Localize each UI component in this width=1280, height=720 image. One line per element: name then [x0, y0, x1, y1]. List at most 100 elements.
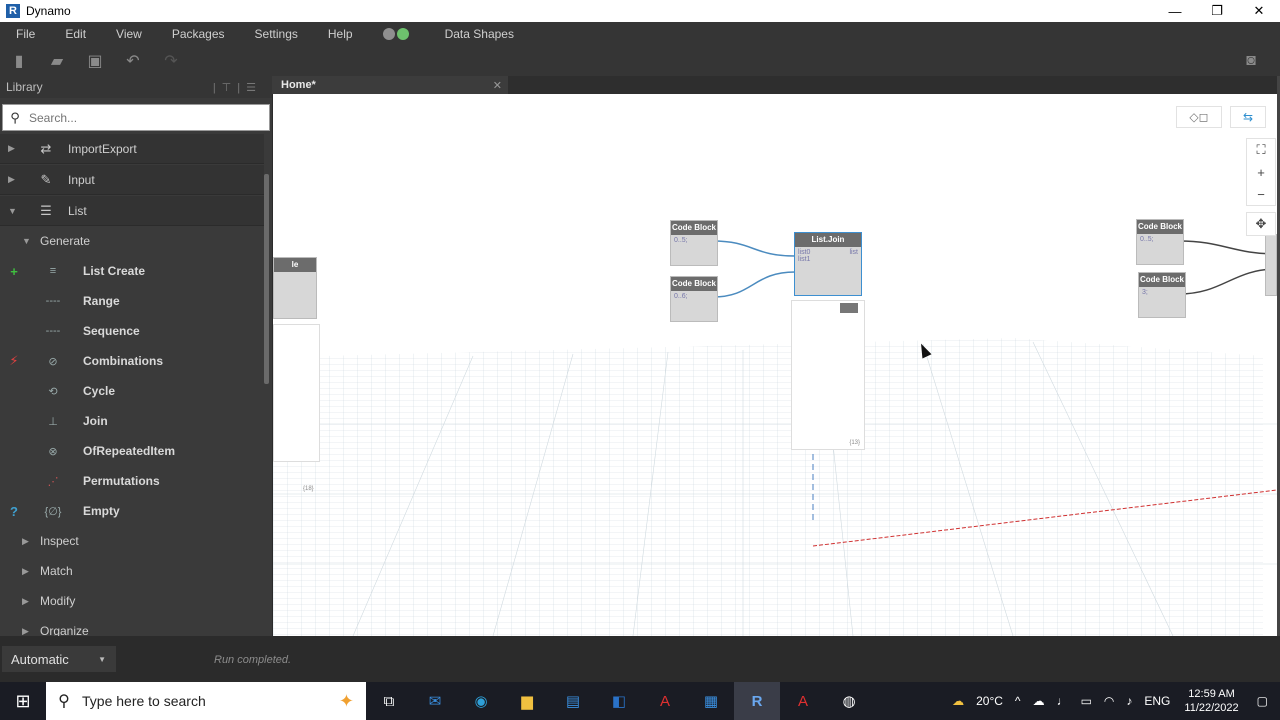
- onedrive-icon[interactable]: ☁: [1033, 694, 1045, 708]
- geometry-view-toggle-icon[interactable]: ◇◻: [1176, 106, 1222, 128]
- add-icon: +: [10, 263, 18, 279]
- code-block-node[interactable]: Code Block 0..6;: [670, 276, 718, 322]
- calculator-icon[interactable]: ▦: [688, 682, 734, 720]
- library-search-input[interactable]: [27, 109, 257, 126]
- library-category-input[interactable]: ▶ ✎ Input: [0, 165, 264, 195]
- library-category-importexport[interactable]: ▶ ⇄ ImportExport: [0, 134, 264, 164]
- close-button[interactable]: ✕: [1238, 0, 1280, 22]
- menu-settings[interactable]: Settings: [239, 22, 312, 46]
- menu-help[interactable]: Help: [312, 22, 367, 46]
- menu-file[interactable]: File: [0, 22, 49, 46]
- subgroup-label: Inspect: [40, 534, 79, 548]
- pan-icon[interactable]: ✥: [1256, 213, 1267, 235]
- edge-browser-icon[interactable]: ◉: [458, 682, 504, 720]
- store-icon[interactable]: ▤: [550, 682, 596, 720]
- permutations-icon: ⋰: [47, 475, 59, 488]
- search-icon: ⚲: [10, 109, 20, 125]
- code-block-node[interactable]: Code Block 0..5;: [670, 220, 718, 266]
- subgroup-label: Generate: [40, 234, 91, 248]
- outlook-icon[interactable]: ◧: [596, 682, 642, 720]
- library-item-join[interactable]: ⊥ Join: [0, 406, 264, 436]
- run-mode-select[interactable]: Automatic ▼: [2, 646, 116, 672]
- wifi-icon[interactable]: ◠: [1104, 694, 1114, 708]
- library-item-list-create[interactable]: + ≡ List Create: [0, 256, 264, 286]
- expand-arrow-icon: ▶: [22, 535, 29, 546]
- battery-icon[interactable]: ▭: [1081, 694, 1092, 708]
- graph-canvas[interactable]: le {18} Code Block 0..5; Code Block 0..6…: [273, 94, 1277, 636]
- revit-icon[interactable]: R: [734, 682, 780, 720]
- library-item-cycle[interactable]: ⟲ Cycle: [0, 376, 264, 406]
- redo-icon[interactable]: ↷: [152, 51, 190, 71]
- library-subgroup-organize[interactable]: ▶ Organize: [0, 616, 264, 636]
- library-category-list[interactable]: ▼ ☰ List: [0, 196, 264, 226]
- menu-view[interactable]: View: [100, 22, 156, 46]
- library-item-combinations[interactable]: ⚡ ⊘ Combinations: [0, 346, 264, 376]
- volume-icon[interactable]: ♪: [1126, 694, 1132, 708]
- input-language[interactable]: ENG: [1144, 694, 1170, 708]
- partial-node[interactable]: le: [273, 257, 317, 319]
- windows-start-icon[interactable]: ⊞: [0, 691, 46, 712]
- node-code: 0..5;: [674, 237, 688, 244]
- camera-icon[interactable]: ◙: [1232, 52, 1270, 70]
- microphone-icon[interactable]: ♩: [1057, 694, 1069, 708]
- code-block-node[interactable]: Code Block 0..5;: [1136, 219, 1184, 265]
- show-hidden-icons-icon[interactable]: ^: [1015, 694, 1021, 708]
- notification-toggle-icon[interactable]: [382, 28, 409, 40]
- item-label: Sequence: [83, 324, 140, 338]
- menu-edit[interactable]: Edit: [49, 22, 100, 46]
- menu-bar: File Edit View Packages Settings Help Da…: [0, 22, 1280, 46]
- notifications-icon[interactable]: ▢: [1257, 694, 1268, 708]
- system-clock[interactable]: 12:59 AM 11/22/2022: [1184, 687, 1238, 715]
- sequence-icon: ----: [45, 325, 61, 337]
- node-title: Code Block: [1139, 273, 1185, 287]
- library-filter-icon[interactable]: |⊤|☰: [213, 81, 262, 94]
- zoom-in-icon[interactable]: +: [1257, 161, 1265, 183]
- minimize-button[interactable]: —: [1154, 0, 1196, 22]
- file-explorer-icon[interactable]: ▆: [504, 682, 550, 720]
- library-item-empty[interactable]: ? {∅} Empty: [0, 496, 264, 526]
- taskbar-search[interactable]: ⚲ Type here to search ✦: [46, 682, 366, 720]
- library-item-range[interactable]: ---- Range: [0, 286, 264, 316]
- node-title: Code Block: [671, 221, 717, 235]
- weather-icon[interactable]: ☁: [952, 694, 964, 708]
- autocad-icon[interactable]: A: [642, 682, 688, 720]
- library-scrollbar[interactable]: [264, 174, 269, 384]
- list-join-node[interactable]: List.Join list0 list list1: [794, 232, 862, 296]
- node-title: Code Block: [1137, 220, 1183, 234]
- preview-count: {13}: [849, 440, 860, 446]
- open-file-icon[interactable]: ▰: [38, 51, 76, 71]
- menu-packages[interactable]: Packages: [156, 22, 239, 46]
- library-item-permutations[interactable]: ⋰ Permutations: [0, 466, 264, 496]
- library-subgroup-inspect[interactable]: ▶ Inspect: [0, 526, 264, 556]
- menu-data-shapes[interactable]: Data Shapes: [429, 22, 528, 46]
- category-label: Input: [68, 172, 95, 187]
- graph-view-toggle-icon[interactable]: ⇆: [1230, 106, 1266, 128]
- library-subgroup-modify[interactable]: ▶ Modify: [0, 586, 264, 616]
- task-view-icon[interactable]: ⧉: [366, 682, 412, 720]
- tab-home[interactable]: Home* ✕: [272, 76, 508, 94]
- undo-icon[interactable]: ↶: [114, 51, 152, 71]
- item-label: List Create: [83, 264, 146, 278]
- new-file-icon[interactable]: ▮: [0, 51, 38, 71]
- library-item-sequence[interactable]: ---- Sequence: [0, 316, 264, 346]
- weather-temperature[interactable]: 20°C: [976, 694, 1003, 708]
- code-block-node[interactable]: Code Block 3;: [1138, 272, 1186, 318]
- node-preview: [273, 324, 320, 462]
- dynamo-icon[interactable]: ◍: [826, 682, 872, 720]
- library-subgroup-generate[interactable]: ▼ Generate: [0, 226, 264, 256]
- clock-time: 12:59 AM: [1188, 688, 1235, 700]
- zoom-to-fit-icon[interactable]: ⛶: [1256, 139, 1265, 161]
- expand-arrow-icon: ▶: [8, 174, 15, 184]
- library-item-ofrepeateditem[interactable]: ⊗ OfRepeatedItem: [0, 436, 264, 466]
- library-search[interactable]: ⚲: [2, 104, 270, 131]
- partial-node[interactable]: [1265, 234, 1277, 296]
- restore-button[interactable]: ❐: [1196, 0, 1238, 22]
- mail-icon[interactable]: ✉: [412, 682, 458, 720]
- close-tab-icon[interactable]: ✕: [493, 79, 502, 92]
- zoom-out-icon[interactable]: −: [1257, 183, 1265, 205]
- autocad-secondary-icon[interactable]: A: [780, 682, 826, 720]
- library-subgroup-match[interactable]: ▶ Match: [0, 556, 264, 586]
- preview-pin-icon[interactable]: [840, 303, 858, 313]
- save-icon[interactable]: ▣: [76, 51, 114, 71]
- range-icon: ----: [45, 295, 61, 307]
